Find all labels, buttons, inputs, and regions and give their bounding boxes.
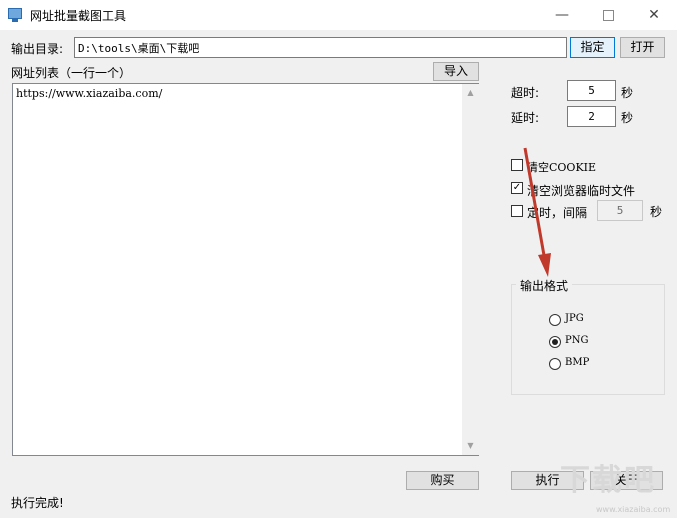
url-list-line: https://www.xiazaiba.com/	[16, 87, 163, 100]
watermark-logo: 下载吧	[560, 463, 656, 498]
maximize-icon	[602, 9, 614, 21]
timer-unit: 秒	[650, 205, 663, 219]
annotation-arrow	[523, 147, 551, 277]
timer-interval-input[interactable]: 5	[597, 200, 643, 221]
app-monitor-stand-icon	[12, 19, 18, 22]
window-title: 网址批量截图工具	[30, 9, 127, 23]
scroll-down-icon[interactable]: ▼	[462, 441, 479, 450]
close-button[interactable]: ✕	[631, 0, 677, 30]
arrow-shaft	[523, 147, 547, 262]
timeout-unit: 秒	[621, 86, 634, 100]
timeout-input[interactable]: 5	[567, 80, 616, 101]
output-dir-label: 输出目录:	[11, 42, 64, 56]
url-list-textarea[interactable]: https://www.xiazaiba.com/ ▲ ▼	[12, 83, 479, 456]
delay-input[interactable]: 2	[567, 106, 616, 127]
watermark-url: www.xiazaiba.com	[596, 505, 671, 514]
status-text: 执行完成!	[11, 496, 64, 510]
output-dir-input[interactable]: D:\tools\桌面\下载吧	[74, 37, 567, 58]
arrow-head-icon	[538, 253, 551, 277]
jpg-label[interactable]: JPG	[565, 313, 584, 324]
bmp-radio[interactable]	[549, 358, 561, 370]
png-radio[interactable]	[549, 336, 561, 348]
maximize-button[interactable]	[585, 0, 631, 30]
jpg-radio[interactable]	[549, 314, 561, 326]
app-monitor-icon	[8, 8, 22, 19]
minimize-button[interactable]: —	[539, 0, 585, 30]
delay-unit: 秒	[621, 111, 634, 125]
timeout-label: 超时:	[511, 86, 540, 100]
delay-label: 延时:	[511, 111, 540, 125]
open-button[interactable]: 打开	[620, 37, 665, 58]
buy-button[interactable]: 购买	[406, 471, 479, 490]
import-button[interactable]: 导入	[433, 62, 479, 81]
scroll-up-icon[interactable]: ▲	[462, 88, 479, 97]
png-label[interactable]: PNG	[565, 335, 588, 346]
specify-button[interactable]: 指定	[570, 37, 615, 58]
url-list-label: 网址列表（一行一个）	[11, 66, 132, 80]
url-list-scrollbar[interactable]: ▲ ▼	[462, 84, 479, 455]
radio-selected-dot	[552, 339, 558, 345]
bmp-label[interactable]: BMP	[565, 357, 589, 368]
